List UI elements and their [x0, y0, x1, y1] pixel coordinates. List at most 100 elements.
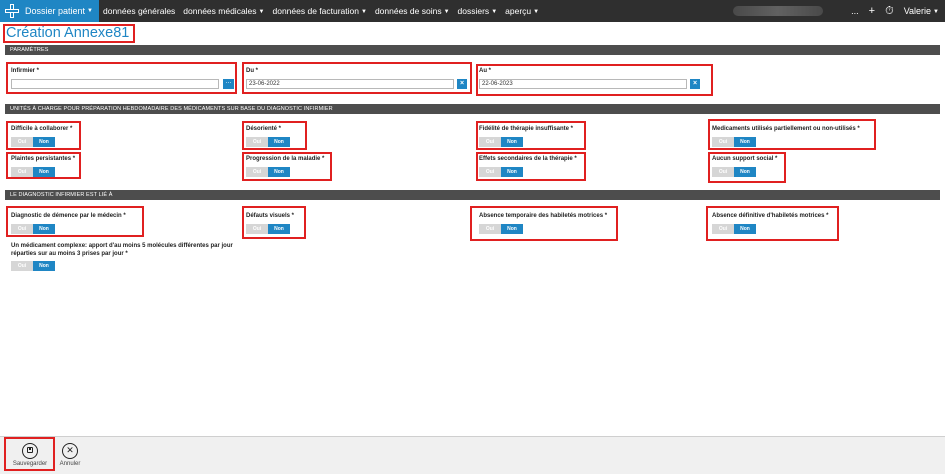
nav-item-dossiers[interactable]: dossiers ▼ [454, 6, 502, 16]
chevron-down-icon: ▼ [533, 8, 540, 15]
add-button[interactable]: + [869, 5, 875, 17]
chevron-down-icon: ▼ [933, 8, 939, 15]
non-option[interactable]: Non [501, 167, 523, 177]
nav-item-label: aperçu [505, 6, 532, 16]
aucun-support-toggle[interactable]: Oui Non [712, 167, 756, 177]
au-clear-button[interactable]: × [690, 79, 700, 89]
section-header-diagnostic: LE DIAGNOSTIC INFIRMIER EST LIÉ À [5, 190, 940, 200]
au-date-input[interactable]: 22-06-2023 [479, 79, 687, 89]
cancel-label: Annuler [59, 461, 81, 467]
brand-label: Dossier patient [25, 6, 86, 16]
save-label: Sauvegarder [12, 461, 48, 467]
fidelite-toggle[interactable]: Oui Non [479, 137, 523, 147]
cancel-button[interactable]: ✕ Annuler [50, 441, 90, 471]
absence-definitive-label: Absence définitive d'habiletés motrices … [712, 213, 829, 219]
oui-option[interactable]: Oui [246, 224, 268, 234]
oui-option[interactable]: Oui [11, 137, 33, 147]
more-button[interactable]: ... [851, 6, 859, 16]
plaintes-toggle[interactable]: Oui Non [11, 167, 55, 177]
oui-option[interactable]: Oui [712, 167, 734, 177]
oui-option[interactable]: Oui [11, 167, 33, 177]
nav-item-label: données de facturation [272, 6, 359, 16]
chevron-down-icon: ▼ [258, 8, 265, 15]
infirmier-label: Infirmier * [11, 68, 40, 74]
infirmier-highlight [6, 62, 237, 94]
defauts-visuels-label: Défauts visuels * [246, 213, 295, 219]
oui-option[interactable]: Oui [712, 137, 734, 147]
oui-option[interactable]: Oui [479, 224, 501, 234]
brand-menu[interactable]: Dossier patient ▼ [0, 0, 99, 22]
non-option[interactable]: Non [33, 224, 55, 234]
non-option[interactable]: Non [33, 261, 55, 271]
medicaments-toggle[interactable]: Oui Non [712, 137, 756, 147]
absence-temporaire-label: Absence temporaire des habiletés motrice… [479, 213, 608, 219]
medicament-complexe-toggle[interactable]: Oui Non [11, 261, 55, 271]
medicament-complexe-label: Un médicament complexe: apport d'au moin… [11, 243, 233, 257]
difficile-label: Difficile à collaborer * [11, 126, 73, 132]
effets-label: Effets secondaires de la thérapie * [479, 156, 577, 162]
nav-item-donnees-generales[interactable]: données générales [99, 6, 179, 16]
absence-definitive-toggle[interactable]: Oui Non [712, 224, 756, 234]
difficile-toggle[interactable]: Oui Non [11, 137, 55, 147]
page-title: Création Annexe81 [6, 25, 130, 41]
infirmier-lookup-button[interactable]: ... [223, 78, 234, 89]
nav-item-apercu[interactable]: aperçu ▼ [501, 6, 543, 16]
user-name: Valerie [903, 6, 932, 16]
au-label: Au * [479, 68, 491, 74]
nav-item-donnees-soins[interactable]: données de soins ▼ [371, 6, 454, 16]
nav-item-donnees-medicales[interactable]: données médicales ▼ [179, 6, 268, 16]
plaintes-label: Plaintes persistantes * [11, 156, 76, 162]
non-option[interactable]: Non [734, 137, 756, 147]
desoriente-toggle[interactable]: Oui Non [246, 137, 290, 147]
infirmier-input[interactable] [11, 79, 219, 89]
bottom-toolbar [0, 436, 945, 474]
non-option[interactable]: Non [33, 167, 55, 177]
section-header-parametres: PARAMÈTRES [5, 45, 940, 55]
absence-temporaire-toggle[interactable]: Oui Non [479, 224, 523, 234]
non-option[interactable]: Non [501, 137, 523, 147]
nav-item-label: dossiers [457, 6, 490, 16]
fidelite-label: Fidélité de thérapie insuffisante * [479, 126, 574, 132]
non-option[interactable]: Non [268, 224, 290, 234]
defauts-visuels-toggle[interactable]: Oui Non [246, 224, 290, 234]
oui-option[interactable]: Oui [712, 224, 734, 234]
oui-option[interactable]: Oui [11, 261, 33, 271]
oui-option[interactable]: Oui [479, 167, 501, 177]
du-label: Du * [246, 68, 258, 74]
non-option[interactable]: Non [734, 167, 756, 177]
non-option[interactable]: Non [268, 167, 290, 177]
nav-item-label: données de soins [374, 6, 442, 16]
oui-option[interactable]: Oui [246, 137, 268, 147]
demence-label: Diagnostic de démence par le médecin * [11, 213, 126, 219]
section-header-unites: UNITÉS À CHARGE POUR PRÉPARATION HEBDOMA… [5, 104, 940, 114]
progression-toggle[interactable]: Oui Non [246, 167, 290, 177]
du-date-input[interactable]: 23-06-2022 [246, 79, 454, 89]
effets-toggle[interactable]: Oui Non [479, 167, 523, 177]
medicaments-label: Medicaments utilisés partiellement ou no… [712, 126, 860, 132]
oui-option[interactable]: Oui [246, 167, 268, 177]
defauts-visuels-highlight [242, 206, 306, 239]
oui-option[interactable]: Oui [11, 224, 33, 234]
chevron-down-icon: ▼ [443, 8, 450, 15]
save-icon [22, 443, 38, 459]
chevron-down-icon: ▼ [491, 8, 498, 15]
chevron-down-icon: ▼ [87, 8, 93, 14]
top-nav: Dossier patient ▼ données générales donn… [0, 0, 945, 22]
nav-item-label: données médicales [183, 6, 257, 16]
medical-cross-icon [4, 3, 20, 19]
du-clear-button[interactable]: × [457, 79, 467, 89]
du-highlight [242, 62, 472, 94]
non-option[interactable]: Non [33, 137, 55, 147]
save-button[interactable]: Sauvegarder [10, 441, 50, 471]
demence-toggle[interactable]: Oui Non [11, 224, 55, 234]
stopwatch-icon[interactable]: ⏱ [885, 5, 894, 18]
non-option[interactable]: Non [501, 224, 523, 234]
non-option[interactable]: Non [734, 224, 756, 234]
close-icon: ✕ [62, 443, 78, 459]
aucun-support-label: Aucun support social * [712, 156, 778, 162]
blurred-patient-name [733, 6, 823, 16]
user-menu[interactable]: Valerie ▼ [904, 6, 939, 16]
nav-item-donnees-facturation[interactable]: données de facturation ▼ [269, 6, 371, 16]
oui-option[interactable]: Oui [479, 137, 501, 147]
non-option[interactable]: Non [268, 137, 290, 147]
